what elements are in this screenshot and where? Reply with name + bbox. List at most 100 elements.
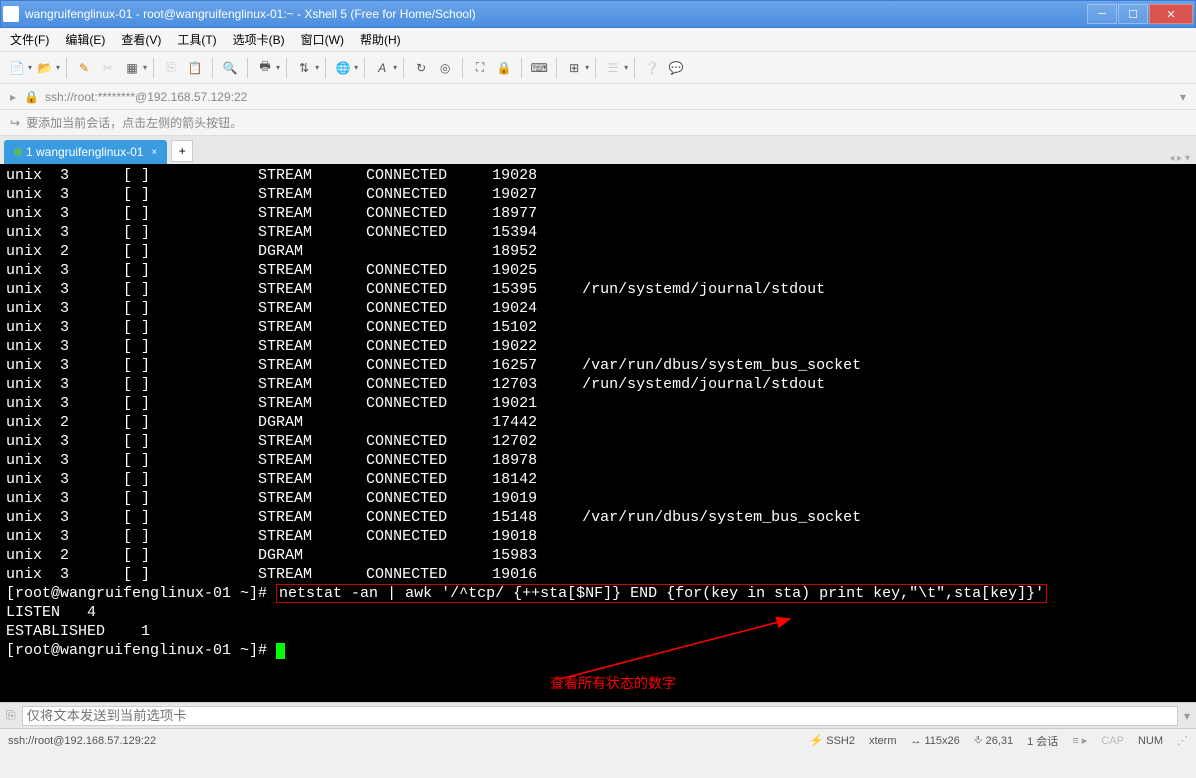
hint-bar: ↪ 要添加当前会话，点击左侧的箭头按钮。	[0, 110, 1196, 136]
terminal-row: unix 3 [ ] STREAM CONNECTED 12702	[6, 432, 1190, 451]
properties-icon[interactable]: ▦	[121, 57, 143, 79]
menubar: 文件(F) 编辑(E) 查看(V) 工具(T) 选项卡(B) 窗口(W) 帮助(…	[0, 28, 1196, 52]
keyboard-icon[interactable]: ⌨	[528, 57, 550, 79]
status-sessions: 1 会话	[1027, 733, 1058, 749]
resize-icon: ↔	[911, 735, 922, 747]
status-ssh: ⚡SSH2	[810, 734, 855, 747]
terminal-row: unix 3 [ ] STREAM CONNECTED 12703 /run/s…	[6, 375, 1190, 394]
close-button[interactable]: ✕	[1149, 4, 1193, 24]
maximize-button[interactable]: ☐	[1118, 4, 1148, 24]
prompt-line: [root@wangruifenglinux-01 ~]#	[6, 641, 1190, 660]
app-icon	[3, 6, 19, 22]
cursor	[276, 643, 285, 659]
lock-icon: 🔒	[24, 90, 39, 104]
menu-help[interactable]: 帮助(H)	[360, 31, 401, 48]
plug-icon: ⚡	[810, 734, 824, 747]
terminal-row: unix 3 [ ] STREAM CONNECTED 19025	[6, 261, 1190, 280]
annotation-text: 查看所有状态的数字	[550, 674, 676, 693]
minimize-button[interactable]: ─	[1087, 4, 1117, 24]
terminal-row: unix 2 [ ] DGRAM 18952	[6, 242, 1190, 261]
terminal-row: unix 2 [ ] DGRAM 17442	[6, 413, 1190, 432]
terminal-row: unix 3 [ ] STREAM CONNECTED 19018	[6, 527, 1190, 546]
transfer-icon[interactable]: ⇅	[293, 57, 315, 79]
prompt-line: [root@wangruifenglinux-01 ~]# netstat -a…	[6, 584, 1190, 603]
status-term: xterm	[869, 735, 897, 747]
address-bar: ▸ 🔒 ssh://root:********@192.168.57.129:2…	[0, 84, 1196, 110]
status-bar: ssh://root@192.168.57.129:22 ⚡SSH2 xterm…	[0, 728, 1196, 752]
tab-nav[interactable]: ◂ ▸ ▾	[1169, 153, 1190, 164]
command-highlight: netstat -an | awk '/^tcp/ {++sta[$NF]} E…	[276, 584, 1047, 603]
print-icon[interactable]: 🖶	[254, 57, 276, 79]
status-connection: ssh://root@192.168.57.129:22	[8, 735, 796, 747]
status-num: NUM	[1138, 735, 1163, 747]
tab-session[interactable]: 1 wangruifenglinux-01 ×	[4, 140, 167, 164]
terminal-row: unix 3 [ ] STREAM CONNECTED 19019	[6, 489, 1190, 508]
menu-tools[interactable]: 工具(T)	[177, 31, 216, 48]
add-icon[interactable]: ⊞	[563, 57, 585, 79]
hint-arrow-icon[interactable]: ↪	[10, 116, 20, 130]
hint-text: 要添加当前会话，点击左侧的箭头按钮。	[26, 114, 242, 131]
reconnect-icon[interactable]: ✎	[73, 57, 95, 79]
status-dot-icon	[14, 148, 22, 156]
menu-edit[interactable]: 编辑(E)	[65, 31, 105, 48]
lock-icon[interactable]: 🔒	[493, 57, 515, 79]
titlebar: wangruifenglinux-01 - root@wangruifengli…	[0, 0, 1196, 28]
globe-icon[interactable]: 🌐	[332, 57, 354, 79]
new-tab-button[interactable]: +	[171, 140, 193, 162]
chat-icon[interactable]: 💬	[665, 57, 687, 79]
find-icon[interactable]: 🔍	[219, 57, 241, 79]
output-line: LISTEN 4	[6, 603, 1190, 622]
send-input[interactable]	[22, 706, 1178, 726]
status-size: ↔115x26	[911, 735, 960, 747]
terminal-row: unix 3 [ ] STREAM CONNECTED 19024	[6, 299, 1190, 318]
menu-window[interactable]: 窗口(W)	[301, 31, 344, 48]
window-controls: ─ ☐ ✕	[1086, 4, 1193, 24]
target-icon[interactable]: ◎	[434, 57, 456, 79]
sendbar-dropdown-icon[interactable]: ▾	[1184, 709, 1190, 723]
terminal-row: unix 3 [ ] STREAM CONNECTED 15395 /run/s…	[6, 280, 1190, 299]
menu-view[interactable]: 查看(V)	[121, 31, 161, 48]
copy-icon[interactable]: ⎘	[160, 57, 182, 79]
refresh-icon[interactable]: ↻	[410, 57, 432, 79]
terminal-row: unix 3 [ ] STREAM CONNECTED 15394	[6, 223, 1190, 242]
terminal-row: unix 3 [ ] STREAM CONNECTED 19021	[6, 394, 1190, 413]
sendbar-handle-icon[interactable]: ⎘	[6, 708, 16, 723]
terminal-row: unix 3 [ ] STREAM CONNECTED 18977	[6, 204, 1190, 223]
terminal-row: unix 3 [ ] STREAM CONNECTED 19028	[6, 166, 1190, 185]
help-icon[interactable]: ❔	[641, 57, 663, 79]
output-line: ESTABLISHED 1	[6, 622, 1190, 641]
tab-close-icon[interactable]: ×	[151, 147, 157, 158]
terminal[interactable]: unix 3 [ ] STREAM CONNECTED 19028 unix 3…	[0, 164, 1196, 702]
menu-tabs[interactable]: 选项卡(B)	[233, 31, 285, 48]
send-bar: ⎘ ▾	[0, 702, 1196, 728]
terminal-row: unix 3 [ ] STREAM CONNECTED 18978	[6, 451, 1190, 470]
cursor-icon: ⎀	[974, 734, 983, 747]
terminal-row: unix 3 [ ] STREAM CONNECTED 19016	[6, 565, 1190, 584]
open-icon[interactable]: 📂	[34, 57, 56, 79]
window-title: wangruifenglinux-01 - root@wangruifengli…	[25, 7, 1086, 21]
new-session-icon[interactable]: 📄	[6, 57, 28, 79]
terminal-row: unix 3 [ ] STREAM CONNECTED 15148 /var/r…	[6, 508, 1190, 527]
font-icon[interactable]: A	[371, 57, 393, 79]
terminal-row: unix 3 [ ] STREAM CONNECTED 19022	[6, 337, 1190, 356]
terminal-row: unix 3 [ ] STREAM CONNECTED 15102	[6, 318, 1190, 337]
toolbar: 📄▾ 📂▾ ✎ ✂ ▦▾ ⎘ 📋 🔍 🖶▾ ⇅▾ 🌐▾ A▾ ↻ ◎ ⛶ 🔒 ⌨…	[0, 52, 1196, 84]
status-pos: ⎀26,31	[974, 734, 1013, 747]
addr-save-icon[interactable]: ▸	[10, 90, 16, 104]
addr-dropdown-icon[interactable]: ▾	[1180, 90, 1186, 104]
resize-grip-icon[interactable]: ⋰	[1177, 734, 1188, 747]
fullscreen-icon[interactable]: ⛶	[469, 57, 491, 79]
paste-icon[interactable]: 📋	[184, 57, 206, 79]
menu-file[interactable]: 文件(F)	[10, 31, 49, 48]
address-text[interactable]: ssh://root:********@192.168.57.129:22	[45, 90, 247, 104]
sessions-dropdown-icon[interactable]: ≡ ▸	[1072, 734, 1087, 747]
status-cap: CAP	[1101, 735, 1124, 747]
terminal-row: unix 3 [ ] STREAM CONNECTED 16257 /var/r…	[6, 356, 1190, 375]
disconnect-icon[interactable]: ✂	[97, 57, 119, 79]
tab-bar: 1 wangruifenglinux-01 × + ◂ ▸ ▾	[0, 136, 1196, 164]
list-icon[interactable]: ☰	[602, 57, 624, 79]
terminal-row: unix 3 [ ] STREAM CONNECTED 19027	[6, 185, 1190, 204]
terminal-row: unix 2 [ ] DGRAM 15983	[6, 546, 1190, 565]
tab-label: 1 wangruifenglinux-01	[26, 145, 143, 159]
terminal-row: unix 3 [ ] STREAM CONNECTED 18142	[6, 470, 1190, 489]
